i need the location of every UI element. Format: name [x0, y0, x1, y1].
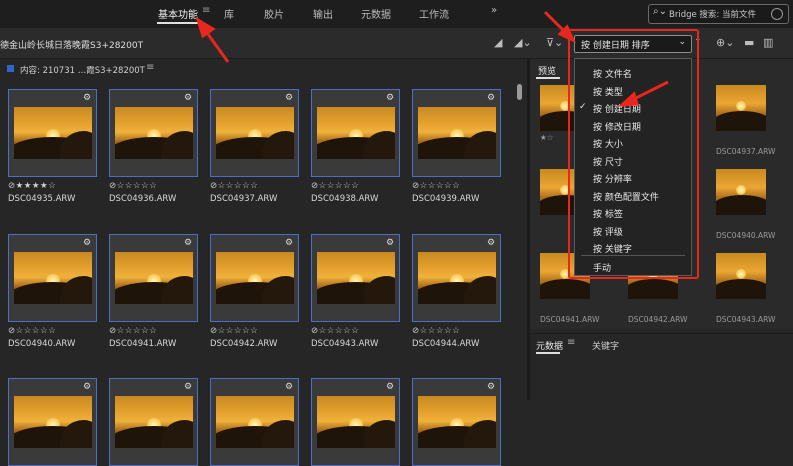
photo-thumbnail — [317, 396, 395, 448]
photo-thumbnail — [115, 396, 193, 448]
hill-shape — [464, 420, 496, 448]
photo-thumbnail — [216, 396, 294, 448]
hill-shape — [363, 420, 395, 448]
photo-thumbnail — [418, 396, 496, 448]
annotation-arrow-workspace — [195, 16, 230, 63]
annotation-arrow-sort — [543, 10, 577, 44]
annotation-arrows — [195, 10, 669, 107]
annotation-arrow-created-date — [617, 80, 669, 107]
hill-shape — [262, 420, 294, 448]
photo-thumbnail — [14, 396, 92, 448]
hill-shape — [60, 420, 92, 448]
hill-shape — [161, 420, 193, 448]
